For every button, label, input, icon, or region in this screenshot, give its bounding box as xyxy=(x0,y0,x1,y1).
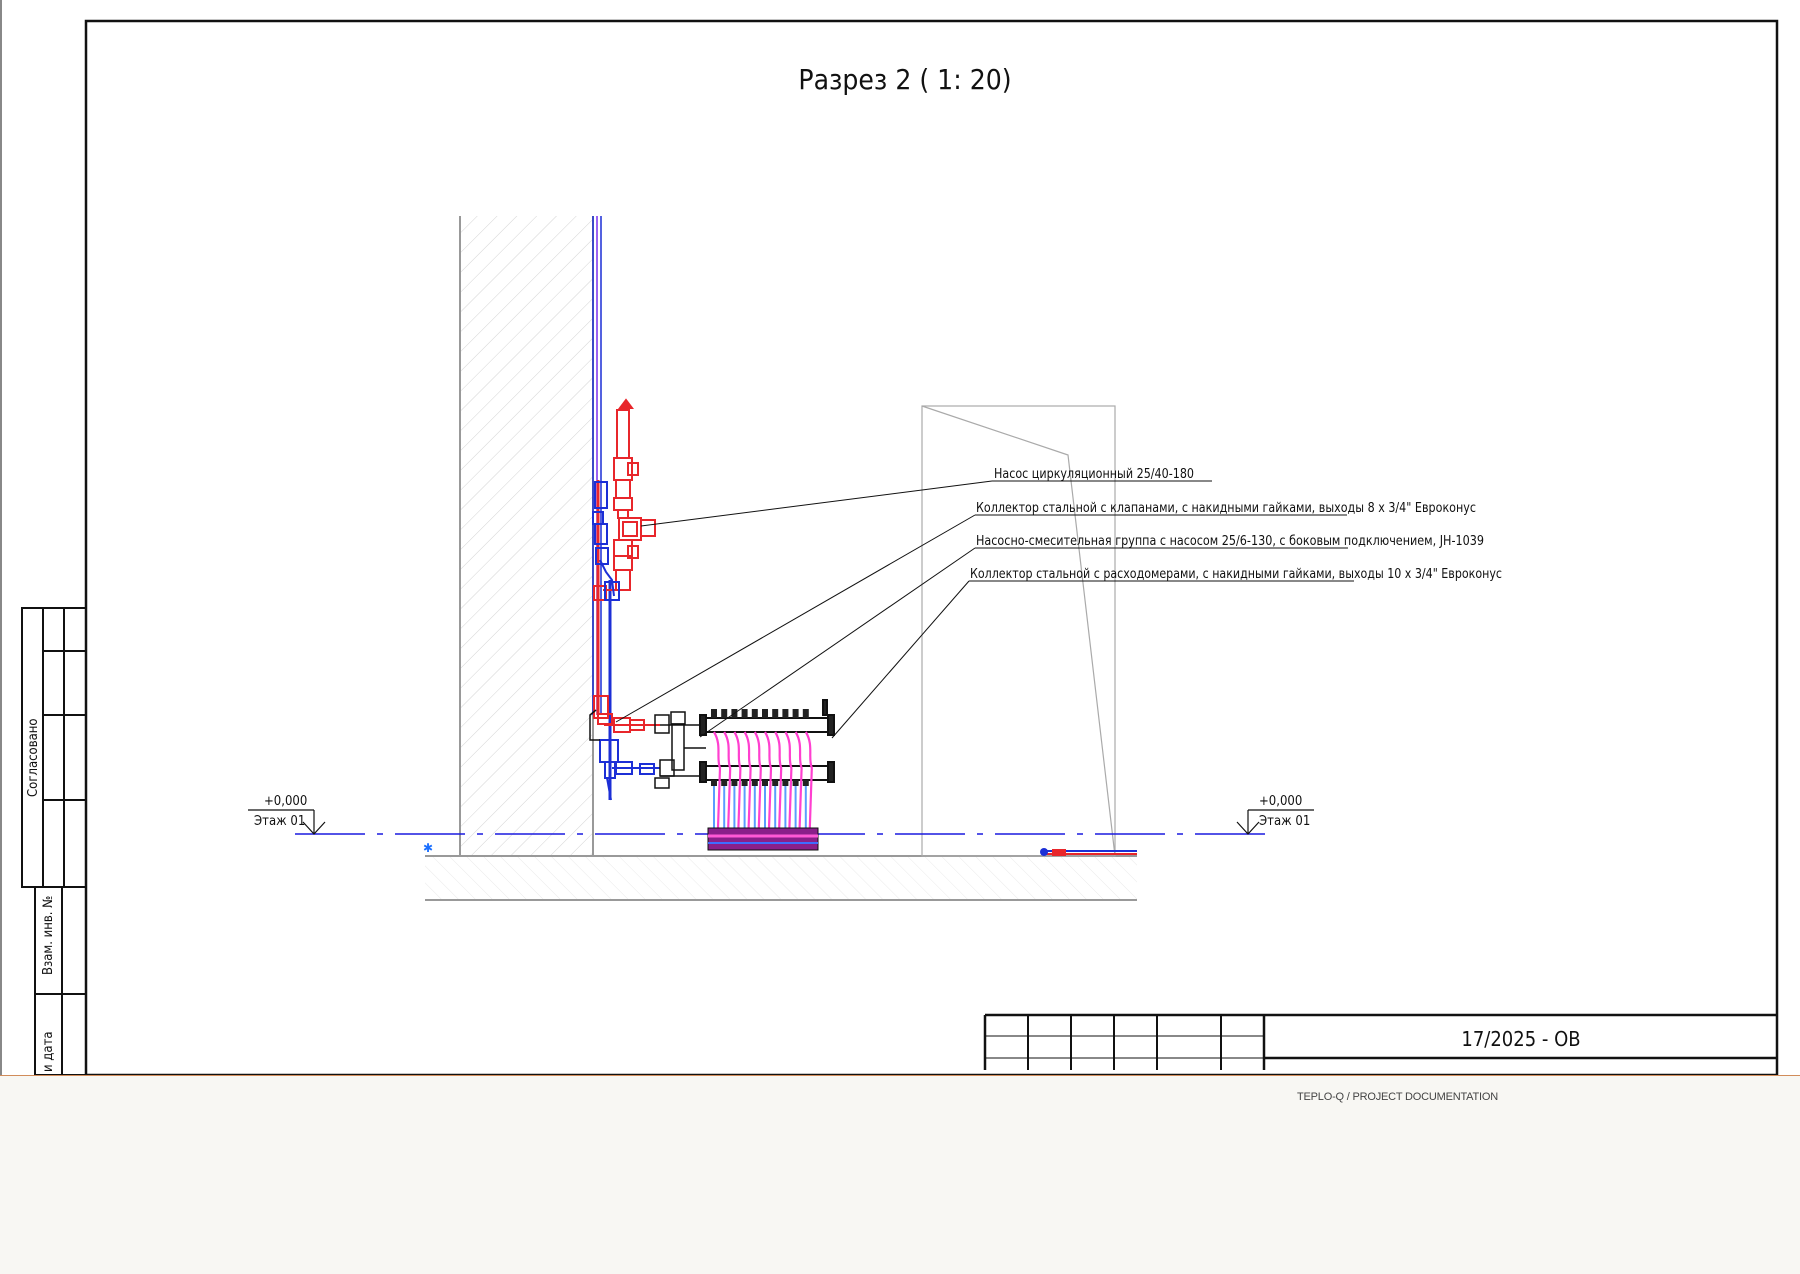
manifold-fitting xyxy=(762,780,768,786)
manifold-lower xyxy=(705,765,829,781)
mixing-group xyxy=(654,711,706,789)
level-name-right: Этаж 01 xyxy=(1259,814,1310,829)
manifold-fitting xyxy=(721,780,728,786)
manifold-fitting xyxy=(772,780,779,786)
footer-band xyxy=(0,1075,1800,1274)
stamp-replacement-label: Взам. инв. № xyxy=(41,896,56,975)
manifold-fitting xyxy=(741,780,748,786)
manifold-valve-head xyxy=(762,709,768,718)
floor-marker-icon: ✱ xyxy=(423,841,433,855)
stamp-agreed-label: Согласовано xyxy=(26,718,41,797)
manifold-fitting xyxy=(711,780,717,786)
manifold-valve-head xyxy=(711,709,717,718)
manifold-valve-head xyxy=(792,709,799,718)
callout-manifold-flowmeters: Коллектор стальной с расходомерами, с на… xyxy=(970,566,1502,582)
manifold-valve-head xyxy=(721,709,728,718)
manifold-fitting xyxy=(731,780,738,786)
manifold-valve-head xyxy=(751,709,758,718)
manifold-valve-head xyxy=(741,709,748,718)
underfloor-loops xyxy=(711,709,813,829)
manifold-fitting xyxy=(792,780,799,786)
wall xyxy=(459,216,594,856)
side-stamp xyxy=(21,607,87,1076)
sheet-frame xyxy=(0,0,1779,1077)
section-title: Разрез 2 ( 1: 20) xyxy=(798,63,1011,96)
callout-leaders xyxy=(615,480,1354,739)
drawing-code: 17/2025 - ОВ xyxy=(1461,1027,1580,1051)
manifold-fitting xyxy=(751,780,758,786)
pump-assembly xyxy=(593,398,656,725)
title-block xyxy=(983,1013,1777,1070)
manifold-valve-head xyxy=(782,709,789,718)
level-value-left: +0,000 xyxy=(264,794,307,809)
level-value-right: +0,000 xyxy=(1259,794,1302,809)
manifold-valve-head xyxy=(802,709,809,718)
callout-manifold-valves: Коллектор стальной с клапанами, с накидн… xyxy=(976,500,1476,516)
loop-distribution-bar xyxy=(707,827,819,851)
stamp-sign-date-label: и дата xyxy=(41,1031,56,1072)
manifold-fitting xyxy=(802,780,809,786)
footer-caption: TEPLO-Q / PROJECT DOCUMENTATION xyxy=(1297,1091,1498,1103)
level-name-left: Этаж 01 xyxy=(254,814,305,829)
manifold-fitting xyxy=(782,780,789,786)
manifold-valve-head xyxy=(772,709,779,718)
callout-circulation-pump: Насос циркуляционный 25/40-180 xyxy=(994,466,1194,482)
floor-pipe-right xyxy=(1040,848,1137,856)
floor-slab xyxy=(425,855,1137,901)
callout-mixing-group: Насосно-смесительная группа с насосом 25… xyxy=(976,533,1484,549)
